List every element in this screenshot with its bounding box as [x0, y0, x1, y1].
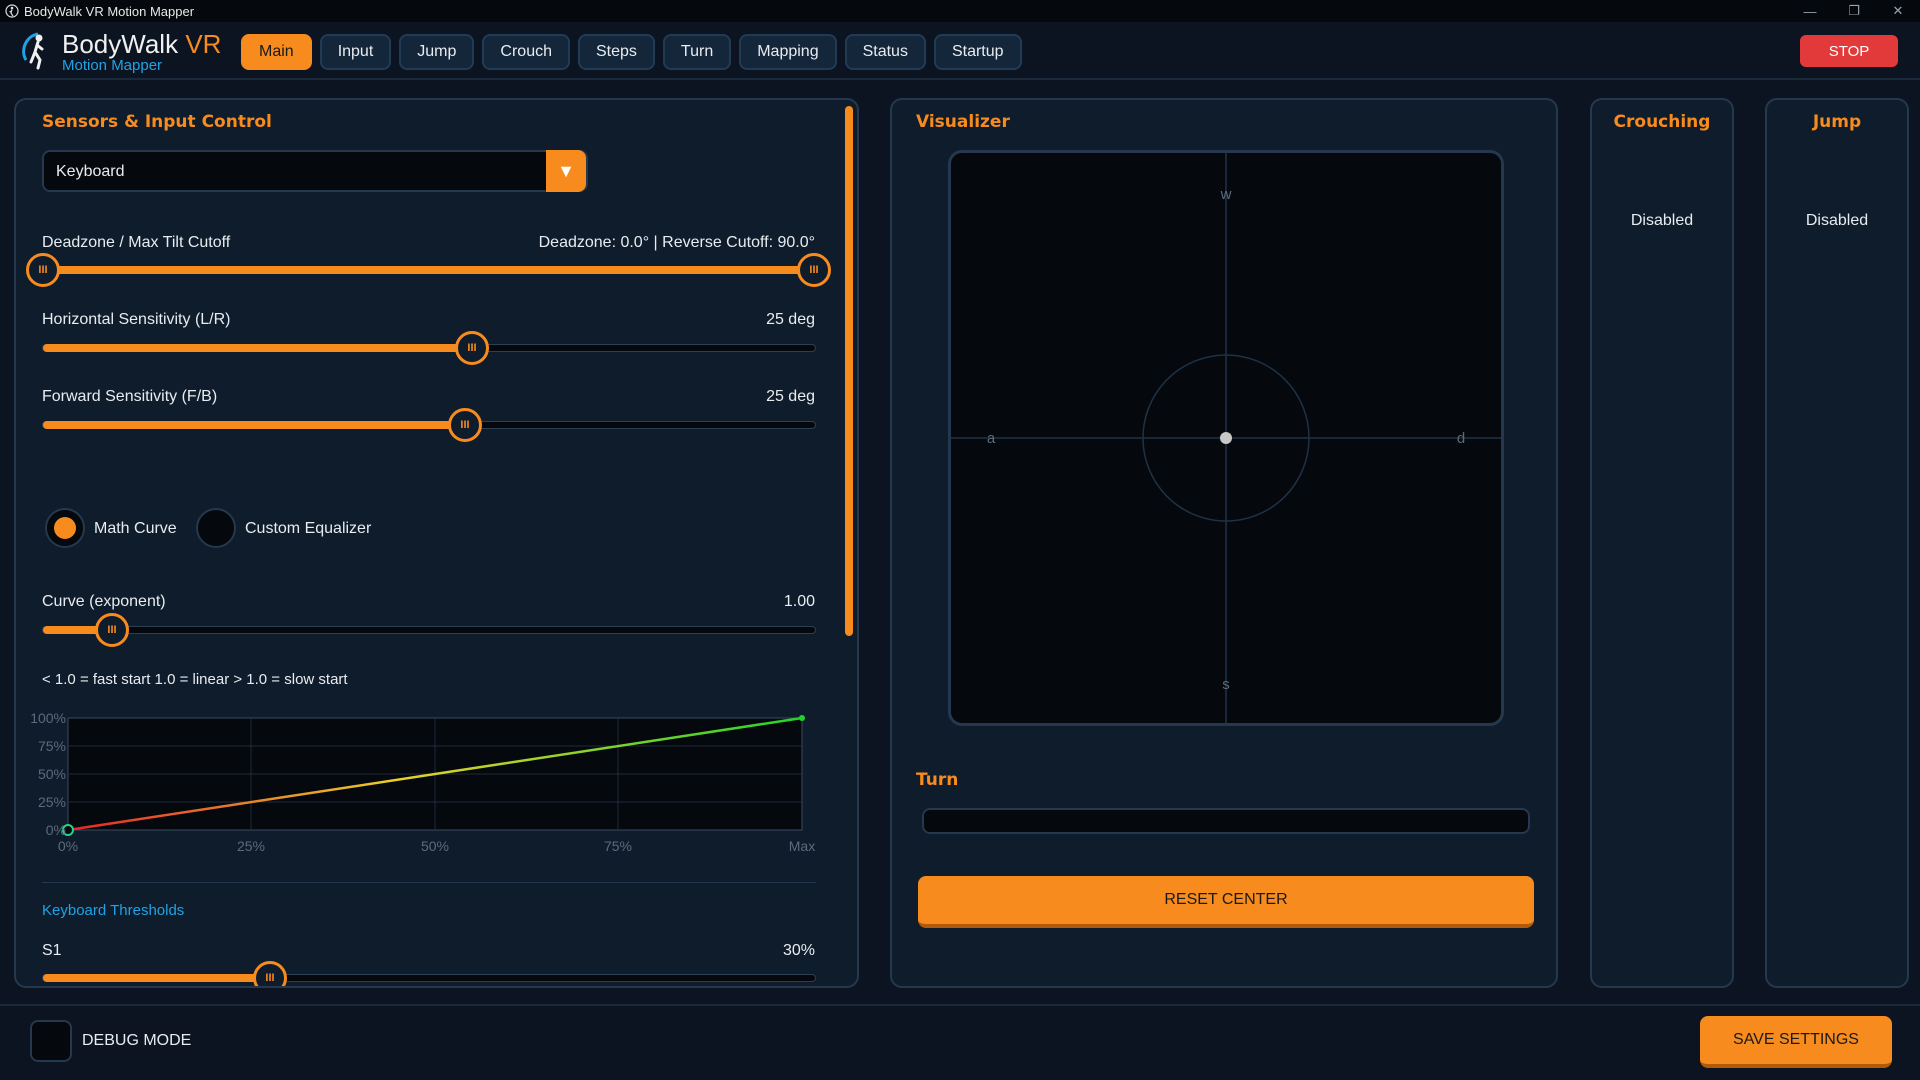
close-icon[interactable]: ✕	[1876, 0, 1920, 22]
deadzone-label: Deadzone / Max Tilt Cutoff	[42, 234, 231, 251]
input-source-select[interactable]: Keyboard ▼	[42, 150, 588, 192]
joystick-visualizer: w s a d	[948, 150, 1504, 726]
debug-mode-checkbox[interactable]	[30, 1020, 72, 1062]
tab-crouch[interactable]: Crouch	[482, 34, 570, 70]
horizontal-sensitivity-slider[interactable]	[42, 344, 816, 352]
custom-equalizer-radio[interactable]	[196, 508, 236, 548]
header: BodyWalk VR Motion Mapper Main Input Jum…	[0, 22, 1920, 80]
visualizer-title: Visualizer	[916, 112, 1010, 132]
crouching-panel: Crouching Disabled	[1590, 98, 1734, 988]
x-tick: 25%	[237, 838, 265, 854]
brand-subtitle: Motion Mapper	[62, 57, 163, 74]
y-tick: 25%	[38, 794, 66, 810]
forward-sensitivity-handle[interactable]: III	[448, 408, 482, 442]
y-tick: 50%	[38, 766, 66, 782]
minimize-icon[interactable]: —	[1788, 0, 1832, 22]
deadzone-low-handle[interactable]: III	[26, 253, 60, 287]
s1-threshold-handle[interactable]: III	[253, 961, 287, 986]
curve-exponent-value: 1.00	[783, 593, 815, 610]
x-tick: 50%	[421, 838, 449, 854]
restore-icon[interactable]: ❐	[1832, 0, 1876, 22]
tab-bar: Main Input Jump Crouch Steps Turn Mappin…	[241, 34, 1030, 70]
s1-threshold-slider[interactable]	[42, 974, 816, 982]
horizontal-sensitivity-fill	[43, 344, 473, 352]
turn-indicator-bar	[922, 808, 1530, 834]
forward-sensitivity-label: Forward Sensitivity (F/B)	[42, 388, 218, 405]
forward-sensitivity-value: 25 deg	[766, 388, 815, 405]
horizontal-sensitivity-value: 25 deg	[766, 311, 815, 328]
tab-main[interactable]: Main	[241, 34, 312, 70]
horizontal-sensitivity-label: Horizontal Sensitivity (L/R)	[42, 311, 231, 328]
tab-status[interactable]: Status	[844, 34, 926, 70]
input-source-value: Keyboard	[56, 163, 125, 180]
keyboard-thresholds-title: Keyboard Thresholds	[42, 902, 185, 919]
crouching-title: Crouching	[1613, 112, 1711, 132]
footer: DEBUG MODE SAVE SETTINGS	[0, 1004, 1920, 1080]
a-key-label: a	[987, 430, 996, 447]
visualizer-canvas: w s a d	[951, 153, 1501, 723]
horizontal-sensitivity-handle[interactable]: III	[455, 331, 489, 365]
debug-mode-label: DEBUG MODE	[82, 1032, 192, 1049]
curve-exponent-handle[interactable]: III	[95, 613, 129, 647]
curve-exponent-slider[interactable]	[42, 626, 816, 634]
forward-sensitivity-fill	[43, 421, 466, 429]
sensors-panel: Sensors & Input Control Keyboard ▼ Deadz…	[14, 98, 859, 988]
window-title: BodyWalk VR Motion Mapper	[24, 3, 195, 19]
s1-value: 30%	[782, 942, 815, 959]
x-tick: 0%	[58, 838, 78, 854]
crouching-status: Disabled	[1630, 212, 1694, 229]
tab-steps[interactable]: Steps	[577, 34, 655, 70]
app-icon	[5, 4, 19, 18]
x-tick: Max	[789, 838, 815, 854]
deadzone-high-handle[interactable]: III	[797, 253, 831, 287]
math-curve-label: Math Curve	[94, 520, 177, 537]
stop-button[interactable]: STOP	[1800, 35, 1898, 67]
curve-exponent-label: Curve (exponent)	[42, 593, 166, 610]
deadzone-readout: Deadzone: 0.0° | Reverse Cutoff: 90.0°	[538, 234, 815, 251]
x-tick: 75%	[604, 838, 632, 854]
custom-equalizer-label: Custom Equalizer	[245, 520, 372, 537]
math-curve-radio[interactable]	[45, 508, 85, 548]
response-curve-graph: 100% 75% 50% 25% 0% 0% 25% 50% 75% Max	[30, 710, 815, 854]
visualizer-panel: Visualizer w s a d Turn RESET CENTER	[890, 98, 1558, 988]
dropdown-arrow-icon[interactable]: ▼	[546, 150, 586, 192]
reset-center-button[interactable]: RESET CENTER	[918, 876, 1534, 928]
tab-input[interactable]: Input	[319, 34, 392, 70]
s1-threshold-fill	[43, 974, 271, 982]
tab-turn[interactable]: Turn	[662, 34, 732, 70]
tab-mapping[interactable]: Mapping	[739, 34, 837, 70]
deadzone-range-fill	[43, 266, 815, 274]
s1-label: S1	[42, 942, 62, 959]
position-dot	[1220, 432, 1232, 444]
jump-title: Jump	[1812, 112, 1862, 132]
w-key-label: w	[1220, 186, 1232, 203]
app-logo: BodyWalk VR Motion Mapper	[20, 30, 221, 74]
y-tick: 75%	[38, 738, 66, 754]
tab-jump[interactable]: Jump	[399, 34, 475, 70]
brand-name: BodyWalk	[62, 29, 179, 59]
s-key-label: s	[1222, 676, 1230, 693]
walker-logo-icon	[22, 32, 44, 70]
curve-end-point	[799, 715, 805, 721]
jump-status: Disabled	[1805, 212, 1869, 229]
y-tick: 100%	[30, 710, 66, 726]
turn-title: Turn	[916, 770, 959, 790]
sensors-title: Sensors & Input Control	[42, 112, 272, 132]
panel-scrollbar[interactable]	[845, 106, 853, 636]
brand-vr: VR	[185, 29, 222, 59]
section-divider	[42, 882, 816, 883]
title-bar: BodyWalk VR Motion Mapper — ❐ ✕	[0, 0, 1920, 22]
y-tick: 0%	[46, 822, 66, 838]
forward-sensitivity-slider[interactable]	[42, 421, 816, 429]
d-key-label: d	[1457, 430, 1465, 447]
tab-startup[interactable]: Startup	[933, 34, 1022, 70]
jump-panel: Jump Disabled	[1765, 98, 1909, 988]
curve-hint: < 1.0 = fast start 1.0 = linear > 1.0 = …	[42, 671, 348, 688]
deadzone-slider[interactable]	[42, 266, 816, 274]
save-settings-button[interactable]: SAVE SETTINGS	[1700, 1016, 1892, 1068]
